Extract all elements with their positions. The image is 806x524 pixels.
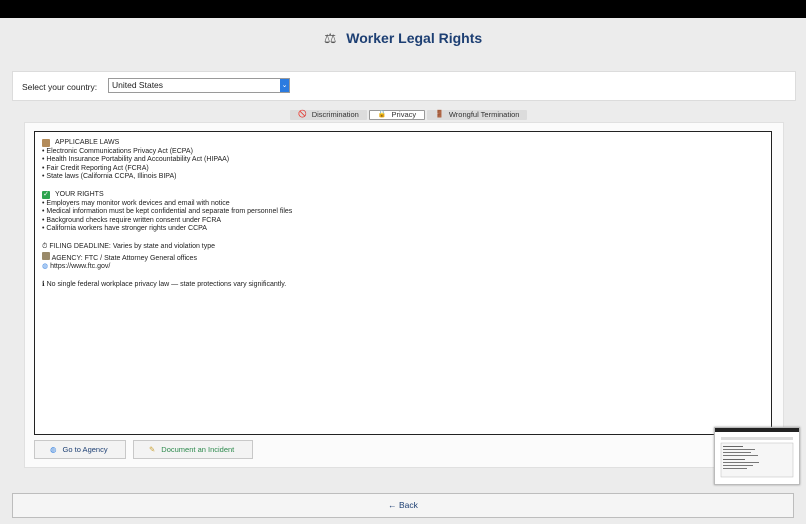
back-label: ← Back bbox=[388, 500, 418, 510]
rights-tabs: 🚫 Discrimination 🔒 Privacy 🚪 Wrongful Te… bbox=[290, 110, 528, 120]
laws-title: APPLICABLE LAWS bbox=[55, 139, 120, 146]
checkmark-icon: ✓ bbox=[42, 191, 50, 200]
rights-item: • California workers have stronger right… bbox=[42, 225, 207, 233]
agency-url[interactable]: https://www.ftc.gov/ bbox=[50, 263, 110, 270]
building-icon bbox=[42, 251, 50, 260]
country-selected-value: United States bbox=[112, 80, 164, 90]
tab-label: Wrongful Termination bbox=[448, 110, 520, 119]
law-item: • Health Insurance Portability and Accou… bbox=[42, 156, 230, 164]
agency-line: AGENCY: FTC / State Attorney General off… bbox=[42, 251, 764, 264]
thumbnail-preview bbox=[715, 428, 799, 478]
back-button[interactable]: ← Back bbox=[12, 493, 794, 518]
url-line: ◍ https://www.ftc.gov/ bbox=[42, 263, 764, 272]
info-icon: ℹ bbox=[42, 280, 45, 288]
page-title: ⚖ Worker Legal Rights bbox=[0, 30, 806, 47]
rights-section-title: ✓ YOUR RIGHTS bbox=[42, 191, 764, 200]
rights-content: APPLICABLE LAWS • Electronic Communicati… bbox=[42, 139, 764, 289]
rights-item: • Medical information must be kept confi… bbox=[42, 208, 293, 216]
button-label: Document an Incident bbox=[161, 445, 235, 454]
window-top-bar bbox=[0, 0, 806, 18]
tab-wrongful-termination[interactable]: 🚪 Wrongful Termination bbox=[427, 110, 528, 120]
filing-text: FILING DEADLINE: Varies by state and vio… bbox=[49, 242, 216, 250]
tab-label: Discrimination bbox=[311, 110, 359, 119]
country-label: Select your country: bbox=[22, 82, 98, 92]
screenshot-thumbnail[interactable] bbox=[714, 427, 800, 485]
law-item: • State laws (California CCPA, Illinois … bbox=[42, 173, 177, 181]
note-line: ℹ No single federal workplace privacy la… bbox=[42, 281, 764, 290]
go-to-agency-button[interactable]: ◍ Go to Agency bbox=[34, 440, 126, 459]
laws-section-title: APPLICABLE LAWS bbox=[42, 139, 764, 148]
scales-icon: ⚖ bbox=[323, 30, 337, 46]
rights-item: • Employers may monitor work devices and… bbox=[42, 199, 230, 207]
rights-item: • Background checks require written cons… bbox=[42, 216, 222, 224]
pencil-icon: ✎ bbox=[149, 445, 156, 454]
button-label: Go to Agency bbox=[62, 445, 108, 454]
action-buttons: ◍ Go to Agency ✎ Document an Incident bbox=[34, 440, 253, 459]
clock-icon: ⏱ bbox=[42, 242, 48, 250]
globe-icon: ◍ bbox=[42, 263, 49, 271]
law-item: • Electronic Communications Privacy Act … bbox=[42, 147, 193, 155]
tab-privacy[interactable]: 🔒 Privacy bbox=[368, 110, 426, 120]
door-icon: 🚪 bbox=[435, 111, 444, 118]
app-title: Worker Legal Rights bbox=[346, 30, 483, 46]
agency-text: AGENCY: FTC / State Attorney General off… bbox=[51, 254, 197, 262]
lock-icon: 🔒 bbox=[377, 111, 387, 118]
country-select[interactable]: United States ⌄ bbox=[108, 78, 290, 93]
chevron-down-icon[interactable]: ⌄ bbox=[280, 79, 289, 92]
law-book-icon bbox=[42, 139, 50, 148]
globe-icon: ◍ bbox=[50, 445, 57, 454]
country-selection-panel: Select your country: United States ⌄ bbox=[12, 71, 796, 101]
note-text: No single federal workplace privacy law … bbox=[46, 280, 287, 288]
law-item: • Fair Credit Reporting Act (FCRA) bbox=[42, 164, 149, 172]
document-incident-button[interactable]: ✎ Document an Incident bbox=[133, 440, 253, 459]
prohibited-icon: 🚫 bbox=[298, 111, 307, 118]
rights-title: YOUR RIGHTS bbox=[55, 190, 104, 198]
tab-label: Privacy bbox=[391, 110, 417, 119]
rights-text-area[interactable]: APPLICABLE LAWS • Electronic Communicati… bbox=[34, 131, 772, 435]
tab-discrimination[interactable]: 🚫 Discrimination bbox=[290, 110, 367, 120]
filing-deadline: ⏱ FILING DEADLINE: Varies by state and v… bbox=[42, 243, 764, 252]
